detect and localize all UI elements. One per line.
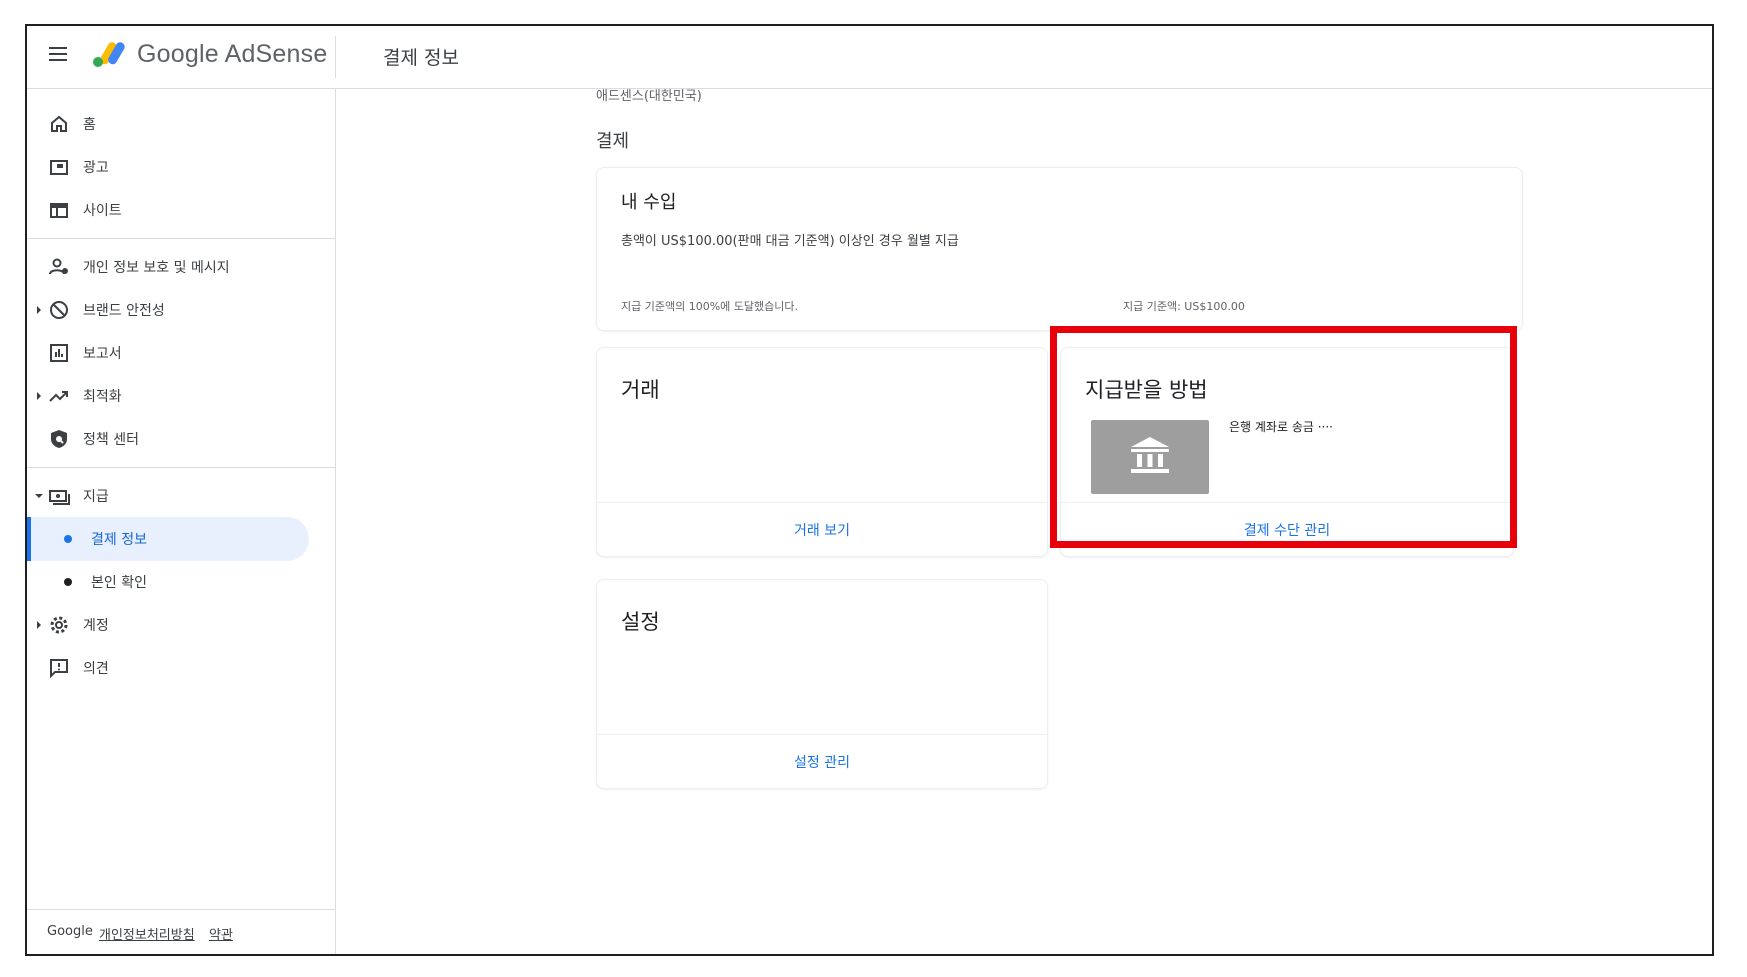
reports-icon (50, 344, 68, 362)
payments-icon (49, 490, 70, 505)
settings-title: 설정 (621, 610, 660, 634)
collapse-caret-icon (35, 494, 43, 498)
sidebar: 홈 광고 사이트 개인 정보 보호 및 메시지 브랜드 안전성 보고서 최적화 (27, 89, 336, 954)
privacy-policy-link[interactable]: 개인정보처리방침 (99, 924, 195, 943)
gear-icon (50, 616, 68, 634)
expand-caret-icon (37, 306, 41, 314)
adsense-logo-icon (93, 42, 125, 67)
sidebar-subitem-label: 결제 정보 (91, 532, 147, 548)
app-window: Google AdSense 결제 정보 홈 광고 사이트 개인 정보 보호 및… (25, 24, 1714, 956)
active-indicator (27, 517, 31, 561)
sidebar-subitem-label: 본인 확인 (91, 575, 147, 591)
sidebar-item-label: 의견 (83, 661, 109, 677)
settings-card: 설정 설정 관리 (596, 579, 1048, 789)
expand-caret-icon (37, 621, 41, 629)
card-footer: 거래 보기 (597, 502, 1047, 556)
sidebar-item-brand-safety[interactable]: 브랜드 안전성 (27, 288, 309, 332)
sidebar-item-label: 보고서 (83, 346, 122, 362)
block-icon (50, 301, 68, 319)
earnings-description: 총액이 US$100.00(판매 대금 기준액) 이상인 경우 월별 지급 (621, 234, 959, 249)
view-transactions-link[interactable]: 거래 보기 (597, 520, 1047, 540)
sidebar-item-label: 사이트 (83, 203, 122, 219)
header-divider (335, 36, 336, 78)
sidebar-subitem-payment-info[interactable]: 결제 정보 (27, 517, 309, 561)
sidebar-item-payments[interactable]: 지급 (27, 474, 309, 518)
brand-name: Google AdSense (137, 40, 328, 68)
footer-google: Google (47, 924, 93, 939)
payment-method-title: 지급받을 방법 (1085, 378, 1208, 402)
sidebar-item-home[interactable]: 홈 (27, 102, 309, 146)
earnings-card: 내 수입 총액이 US$100.00(판매 대금 기준액) 이상인 경우 월별 … (596, 167, 1523, 331)
sidebar-item-label: 지급 (83, 489, 109, 505)
manage-payment-methods-link[interactable]: 결제 수단 관리 (1061, 520, 1513, 540)
feedback-icon (50, 659, 68, 679)
sidebar-item-label: 정책 센터 (83, 432, 139, 448)
section-title: 결제 (596, 131, 630, 152)
privacy-icon (49, 258, 68, 275)
menu-icon[interactable] (49, 47, 67, 61)
bullet-icon (64, 578, 72, 586)
earnings-title: 내 수입 (621, 192, 677, 213)
bank-icon (1131, 437, 1169, 473)
sidebar-item-ads[interactable]: 광고 (27, 145, 309, 189)
manage-settings-link[interactable]: 설정 관리 (597, 752, 1047, 772)
breadcrumb: 애드센스(대한민국) (596, 89, 702, 104)
sidebar-item-sites[interactable]: 사이트 (27, 188, 309, 232)
sidebar-item-label: 브랜드 안전성 (83, 303, 165, 319)
threshold-progress-text: 지급 기준액의 100%에 도달했습니다. (621, 300, 798, 313)
sites-icon (50, 203, 68, 218)
sidebar-item-label: 최적화 (83, 389, 122, 405)
transactions-card: 거래 거래 보기 (596, 347, 1048, 557)
payment-threshold-text: 지급 기준액: US$100.00 (1123, 300, 1245, 313)
sidebar-divider (27, 238, 335, 239)
sidebar-item-label: 계정 (83, 618, 109, 634)
expand-caret-icon (37, 392, 41, 400)
sidebar-item-optimization[interactable]: 최적화 (27, 374, 309, 418)
transactions-title: 거래 (621, 378, 660, 402)
sidebar-subitem-identity[interactable]: 본인 확인 (27, 560, 309, 604)
sidebar-item-label: 광고 (83, 160, 109, 176)
sidebar-item-label: 홈 (83, 117, 96, 133)
home-icon (51, 115, 67, 132)
page-title: 결제 정보 (383, 47, 459, 69)
sidebar-footer: Google 개인정보처리방침 약관 (27, 909, 335, 954)
card-footer: 결제 수단 관리 (1061, 502, 1513, 556)
bank-tile (1091, 420, 1209, 494)
top-app-bar: Google AdSense 결제 정보 (27, 26, 1712, 89)
shield-icon (51, 430, 67, 448)
terms-link[interactable]: 약관 (209, 924, 233, 943)
bullet-icon (64, 535, 72, 543)
sidebar-item-feedback[interactable]: 의견 (27, 646, 309, 690)
sidebar-item-privacy[interactable]: 개인 정보 보호 및 메시지 (27, 245, 309, 289)
sidebar-divider (27, 467, 335, 468)
sidebar-item-label: 개인 정보 보호 및 메시지 (83, 260, 230, 276)
sidebar-item-account[interactable]: 계정 (27, 603, 309, 647)
main-content: 애드센스(대한민국) 결제 내 수입 총액이 US$100.00(판매 대금 기… (336, 89, 1712, 954)
payment-method-text: 은행 계좌로 송금 ···· (1229, 420, 1333, 434)
sidebar-item-policy-center[interactable]: 정책 센터 (27, 417, 309, 461)
payment-method-card: 지급받을 방법 은행 계좌로 송금 ···· 결제 수단 관리 (1060, 347, 1514, 557)
card-footer: 설정 관리 (597, 734, 1047, 788)
ads-icon (50, 160, 68, 175)
trending-icon (49, 391, 68, 402)
sidebar-item-reports[interactable]: 보고서 (27, 331, 309, 375)
